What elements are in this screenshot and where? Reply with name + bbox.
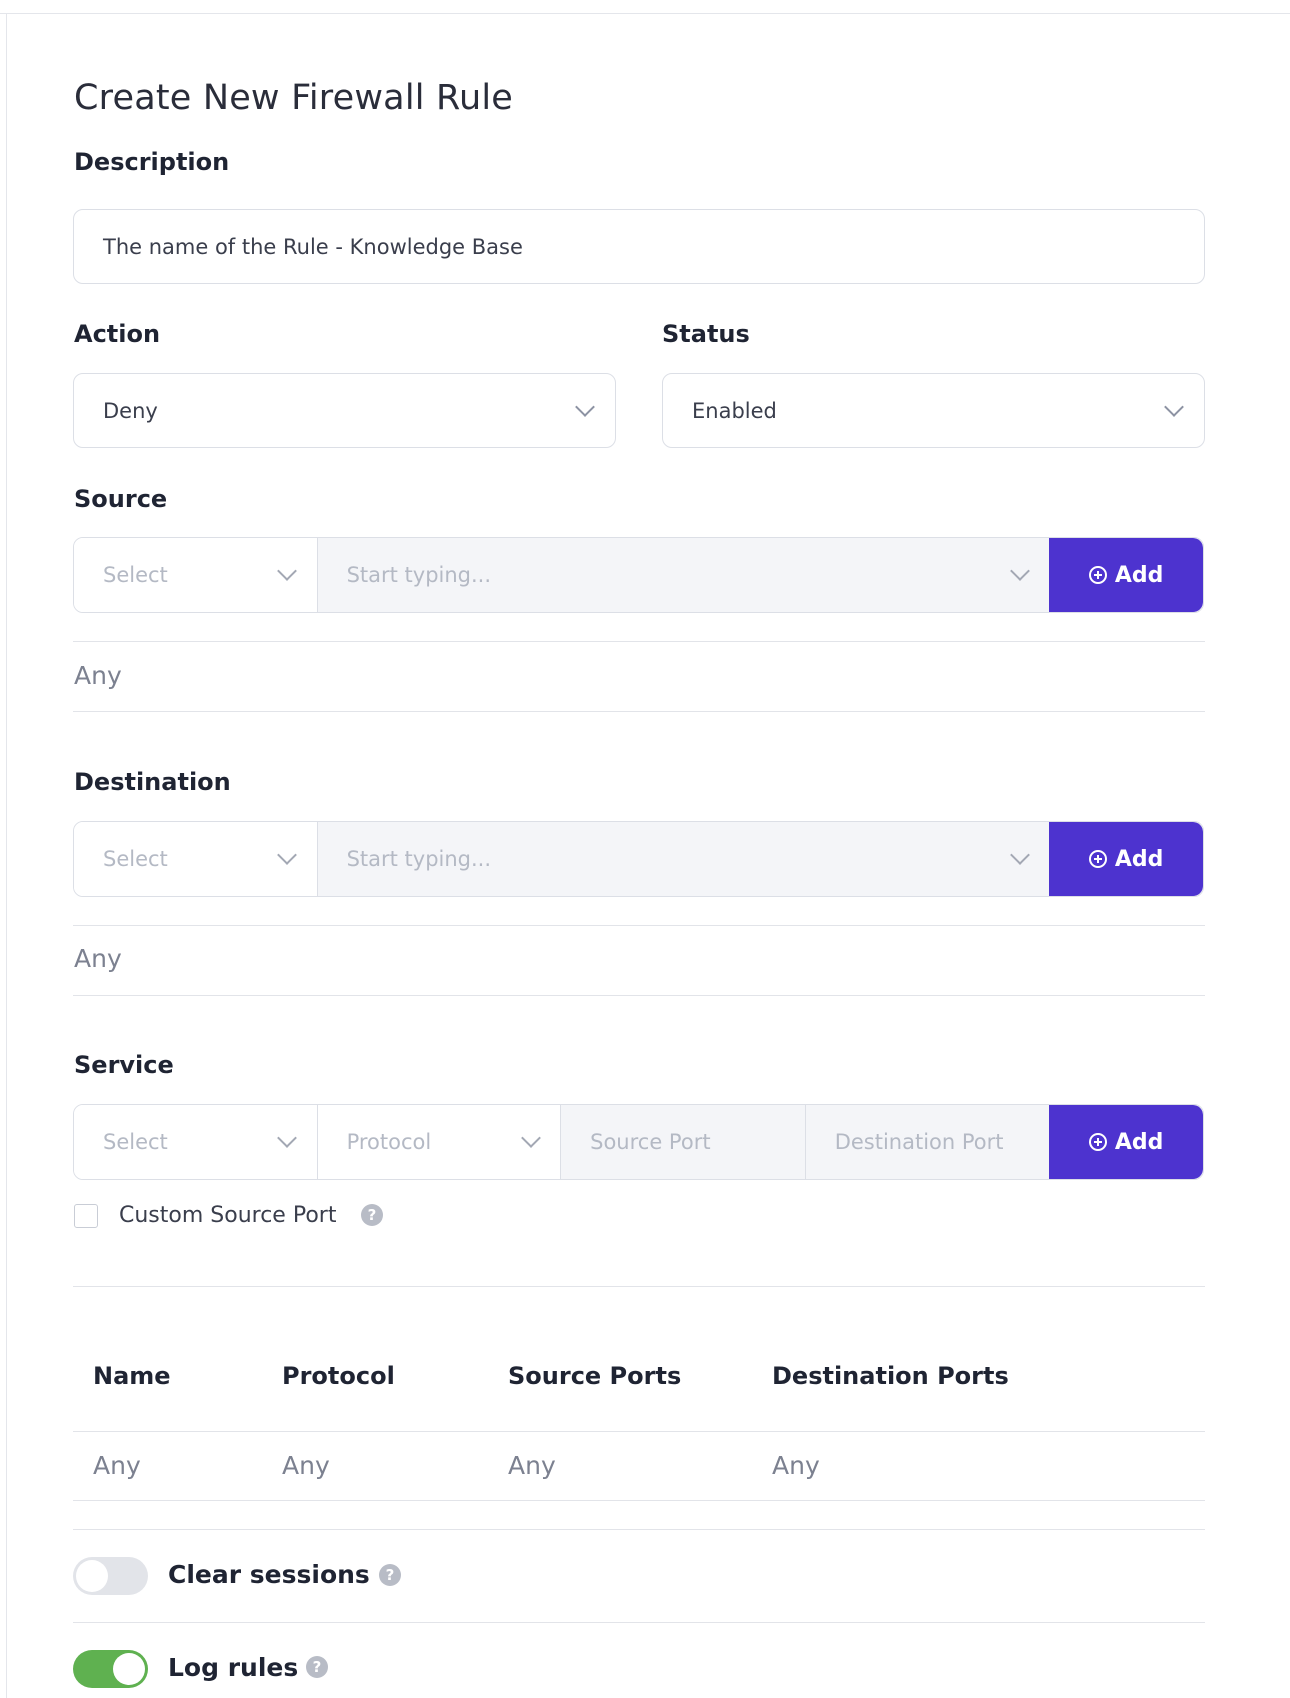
divider	[73, 1622, 1205, 1623]
toggle-knob	[113, 1653, 145, 1685]
divider	[73, 925, 1205, 926]
destination-search-input[interactable]: Start typing...	[317, 822, 1050, 896]
chevron-down-icon	[520, 1128, 541, 1148]
source-input-group: Select Start typing... Add	[73, 537, 1204, 613]
left-border	[6, 13, 7, 1698]
chevron-down-icon	[1009, 561, 1030, 581]
chevron-down-icon	[277, 1128, 297, 1148]
action-label: Action	[74, 320, 161, 348]
protocol-placeholder: Protocol	[346, 1130, 432, 1154]
help-icon[interactable]: ?	[379, 1564, 401, 1586]
destination-type-placeholder: Select	[103, 847, 168, 871]
divider	[73, 995, 1205, 996]
table-cell-source-ports: Any	[508, 1451, 556, 1480]
service-label: Service	[74, 1051, 174, 1079]
log-rules-label: Log rules	[168, 1653, 299, 1682]
source-label: Source	[74, 485, 168, 513]
divider	[73, 1529, 1205, 1530]
destination-add-button[interactable]: Add	[1049, 822, 1203, 896]
plus-circle-icon	[1088, 850, 1107, 868]
destination-add-label: Add	[1114, 846, 1164, 872]
column-header-name: Name	[93, 1362, 171, 1390]
table-cell-protocol: Any	[282, 1451, 330, 1480]
action-value: Deny	[103, 398, 158, 423]
source-port-placeholder: Source Port	[590, 1130, 711, 1154]
status-select[interactable]: Enabled	[662, 373, 1205, 448]
table-cell-destination-ports: Any	[772, 1451, 820, 1480]
service-add-button[interactable]: Add	[1049, 1105, 1203, 1179]
source-value: Any	[74, 661, 122, 690]
help-icon[interactable]: ?	[306, 1656, 328, 1678]
destination-input-group: Select Start typing... Add	[73, 821, 1204, 897]
divider	[73, 711, 1205, 712]
service-select[interactable]: Select	[74, 1105, 318, 1179]
chevron-down-icon	[277, 561, 297, 581]
service-input-group: Select Protocol Source Port Destination …	[73, 1104, 1204, 1180]
destination-label: Destination	[74, 768, 231, 796]
plus-circle-icon	[1088, 1133, 1107, 1151]
plus-circle-icon	[1088, 566, 1107, 584]
source-add-button[interactable]: Add	[1049, 538, 1203, 612]
action-select[interactable]: Deny	[73, 373, 616, 448]
column-header-source-ports: Source Ports	[508, 1362, 682, 1390]
custom-source-port-checkbox[interactable]	[74, 1204, 98, 1228]
source-type-select[interactable]: Select	[74, 538, 318, 612]
custom-source-port-label: Custom Source Port	[119, 1203, 337, 1228]
status-label: Status	[662, 320, 750, 348]
divider	[73, 1286, 1205, 1287]
source-add-label: Add	[1114, 562, 1164, 588]
service-add-label: Add	[1114, 1129, 1164, 1155]
table-cell-name: Any	[93, 1451, 141, 1480]
description-label: Description	[74, 148, 230, 176]
top-border	[0, 0, 1290, 14]
toggle-knob	[76, 1560, 108, 1592]
destination-search-placeholder: Start typing...	[346, 847, 492, 871]
status-value: Enabled	[692, 398, 777, 423]
source-port-input[interactable]: Source Port	[561, 1105, 806, 1179]
divider	[73, 641, 1205, 642]
description-value: The name of the Rule - Knowledge Base	[103, 234, 523, 259]
clear-sessions-label: Clear sessions	[168, 1560, 370, 1589]
destination-port-input[interactable]: Destination Port	[805, 1105, 1050, 1179]
source-type-placeholder: Select	[103, 563, 168, 587]
destination-port-placeholder: Destination Port	[834, 1130, 1004, 1154]
source-search-placeholder: Start typing...	[346, 563, 492, 587]
service-select-placeholder: Select	[103, 1130, 168, 1154]
divider	[73, 1500, 1205, 1501]
clear-sessions-toggle[interactable]	[73, 1557, 148, 1595]
destination-type-select[interactable]: Select	[74, 822, 318, 896]
divider	[73, 1431, 1205, 1432]
chevron-down-icon	[1164, 397, 1184, 417]
chevron-down-icon	[1009, 845, 1030, 865]
help-icon[interactable]: ?	[361, 1204, 383, 1226]
chevron-down-icon	[277, 845, 297, 865]
column-header-destination-ports: Destination Ports	[772, 1362, 1009, 1390]
page-title: Create New Firewall Rule	[74, 78, 513, 118]
chevron-down-icon	[575, 397, 595, 417]
log-rules-toggle[interactable]	[73, 1650, 148, 1688]
destination-value: Any	[74, 944, 122, 973]
description-input[interactable]: The name of the Rule - Knowledge Base	[73, 209, 1205, 284]
column-header-protocol: Protocol	[282, 1362, 395, 1390]
protocol-select[interactable]: Protocol	[317, 1105, 562, 1179]
source-search-input[interactable]: Start typing...	[317, 538, 1050, 612]
